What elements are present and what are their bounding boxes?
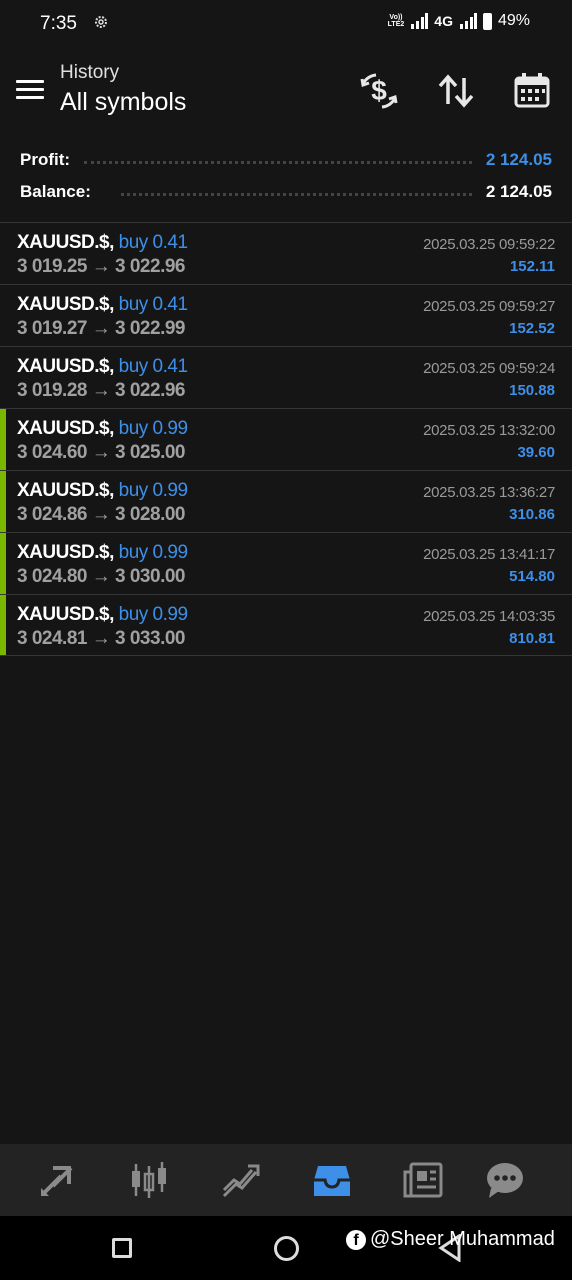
deal-time: 2025.03.25 13:41:17 bbox=[423, 546, 555, 563]
deal-time: 2025.03.25 09:59:24 bbox=[423, 360, 555, 377]
battery-level: 49% bbox=[497, 12, 530, 29]
nav-trade[interactable] bbox=[220, 1160, 260, 1200]
balance-row: Balance: 2 124.05 bbox=[20, 179, 552, 205]
watermark-text: @Sheer Muhammad bbox=[370, 1228, 555, 1250]
sort-button[interactable] bbox=[435, 70, 477, 112]
news-icon bbox=[403, 1162, 443, 1198]
network-type: 4G bbox=[434, 13, 453, 29]
deal-time: 2025.03.25 14:03:35 bbox=[423, 608, 555, 625]
deal-symbol: XAUUSD.$, bbox=[17, 418, 114, 439]
messages-icon bbox=[487, 1163, 523, 1198]
deal-type: buy 0.99 bbox=[118, 542, 188, 563]
svg-text:$: $ bbox=[371, 75, 387, 106]
deal-type: buy 0.41 bbox=[118, 232, 188, 253]
deal-row[interactable]: XAUUSD.$, buy 0.41 3 019.25 → 3 022.96 2… bbox=[0, 222, 572, 284]
deal-time: 2025.03.25 13:32:00 bbox=[423, 422, 555, 439]
deal-profit: 152.11 bbox=[509, 258, 555, 275]
nav-messages[interactable] bbox=[485, 1160, 525, 1200]
header-title[interactable]: All symbols bbox=[60, 88, 186, 117]
deal-prices: 3 024.80 → 3 030.00 bbox=[17, 566, 185, 587]
account-summary: Profit: 2 124.05 Balance: 2 124.05 bbox=[0, 140, 572, 220]
deal-symbol: XAUUSD.$, bbox=[17, 232, 114, 253]
battery-icon bbox=[482, 12, 492, 30]
deal-type: buy 0.99 bbox=[118, 480, 188, 501]
header-subtitle: History bbox=[60, 62, 120, 83]
balance-label: Balance: bbox=[20, 182, 91, 201]
profit-value: 2 124.05 bbox=[485, 150, 552, 169]
dotted-leader bbox=[120, 192, 472, 196]
deal-row[interactable]: XAUUSD.$, buy 0.99 3 024.81 → 3 033.00 2… bbox=[0, 594, 572, 656]
deal-prices: 3 024.60 → 3 025.00 bbox=[17, 442, 185, 463]
deal-prices: 3 019.27 → 3 022.99 bbox=[17, 318, 185, 339]
deal-profit: 152.52 bbox=[509, 320, 555, 337]
deal-type: buy 0.99 bbox=[118, 418, 188, 439]
deal-time: 2025.03.25 09:59:27 bbox=[423, 298, 555, 315]
system-nav-bar: f @Sheer Muhammad bbox=[0, 1216, 572, 1280]
deal-symbol: XAUUSD.$, bbox=[17, 604, 114, 625]
deal-prices: 3 024.86 → 3 028.00 bbox=[17, 504, 185, 525]
deal-time: 2025.03.25 09:59:22 bbox=[423, 236, 555, 253]
profit-row: Profit: 2 124.05 bbox=[20, 147, 552, 173]
deal-profit: 150.88 bbox=[509, 382, 555, 399]
deal-symbol: XAUUSD.$, bbox=[17, 356, 114, 377]
deal-row[interactable]: XAUUSD.$, buy 0.99 3 024.86 → 3 028.00 2… bbox=[0, 470, 572, 532]
nav-news[interactable] bbox=[403, 1160, 443, 1200]
status-time: 7:35 bbox=[40, 13, 77, 34]
recents-icon[interactable] bbox=[112, 1238, 132, 1258]
chart-icon bbox=[132, 1162, 166, 1198]
deals-list: XAUUSD.$, buy 0.41 3 019.25 → 3 022.96 2… bbox=[0, 222, 572, 656]
deal-symbol: XAUUSD.$, bbox=[17, 480, 114, 501]
profit-label: Profit: bbox=[20, 150, 71, 169]
signal-2-icon bbox=[459, 13, 477, 29]
balance-value: 2 124.05 bbox=[485, 182, 552, 201]
deal-time: 2025.03.25 13:36:27 bbox=[423, 484, 555, 501]
watermark: f @Sheer Muhammad bbox=[346, 1228, 555, 1251]
deal-prices: 3 019.28 → 3 022.96 bbox=[17, 380, 185, 401]
signal-icon bbox=[411, 13, 429, 29]
deal-row[interactable]: XAUUSD.$, buy 0.41 3 019.27 → 3 022.99 2… bbox=[0, 284, 572, 346]
deal-profit: 39.60 bbox=[517, 444, 555, 461]
sort-arrows-icon bbox=[438, 74, 474, 108]
nav-history[interactable] bbox=[312, 1160, 352, 1200]
deal-row[interactable]: XAUUSD.$, buy 0.99 3 024.60 → 3 025.00 2… bbox=[0, 408, 572, 470]
history-icon bbox=[314, 1166, 350, 1196]
calendar-icon bbox=[514, 73, 550, 108]
status-bar: 7:35 Vo)) LTE2 4G 49% bbox=[0, 0, 572, 48]
deal-prices: 3 019.25 → 3 022.96 bbox=[17, 256, 185, 277]
deal-row[interactable]: XAUUSD.$, buy 0.99 3 024.80 → 3 030.00 2… bbox=[0, 532, 572, 594]
deal-type: buy 0.41 bbox=[118, 294, 188, 315]
bottom-nav bbox=[0, 1144, 572, 1216]
dollar-exchange-icon: $ bbox=[360, 73, 398, 109]
nav-quotes[interactable] bbox=[37, 1160, 77, 1200]
dotted-leader bbox=[84, 160, 472, 164]
deal-symbol: XAUUSD.$, bbox=[17, 542, 114, 563]
quotes-icon bbox=[41, 1166, 73, 1196]
calendar-button[interactable] bbox=[511, 70, 553, 112]
settings-gear-icon bbox=[95, 16, 107, 28]
facebook-icon: f bbox=[346, 1229, 366, 1250]
volte-indicator: Vo)) LTE2 bbox=[387, 14, 405, 28]
deal-profit: 310.86 bbox=[509, 506, 555, 523]
currency-swap-button[interactable]: $ bbox=[358, 70, 400, 112]
deal-prices: 3 024.81 → 3 033.00 bbox=[17, 628, 185, 649]
deal-symbol: XAUUSD.$, bbox=[17, 294, 114, 315]
app-header: History All symbols $ bbox=[0, 48, 572, 136]
deal-type: buy 0.41 bbox=[118, 356, 188, 377]
status-indicators: Vo)) LTE2 4G 49% bbox=[388, 12, 530, 30]
deal-row[interactable]: XAUUSD.$, buy 0.41 3 019.28 → 3 022.96 2… bbox=[0, 346, 572, 408]
deal-profit: 810.81 bbox=[509, 630, 555, 647]
home-icon[interactable] bbox=[274, 1236, 299, 1261]
nav-chart[interactable] bbox=[129, 1160, 169, 1200]
deal-type: buy 0.99 bbox=[118, 604, 188, 625]
deal-profit: 514.80 bbox=[509, 568, 555, 585]
trade-icon bbox=[222, 1164, 260, 1198]
menu-icon[interactable] bbox=[16, 80, 44, 100]
